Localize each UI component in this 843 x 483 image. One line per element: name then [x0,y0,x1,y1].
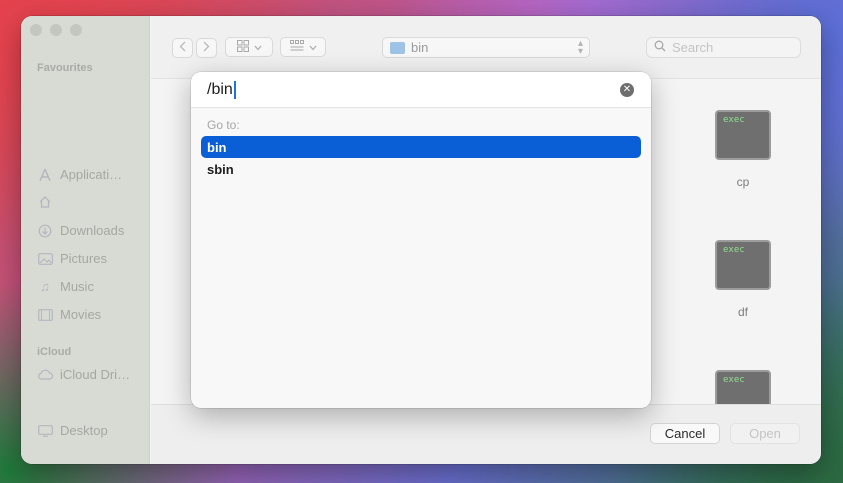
chevron-right-icon [203,41,210,55]
group-button[interactable] [280,37,326,57]
location-popup[interactable]: bin ▴ ▾ [382,37,590,58]
sidebar-item-music[interactable]: ♫ Music [37,279,94,294]
text-caret [233,80,236,99]
chevron-down-icon [309,40,317,54]
location-label: bin [411,40,429,55]
sidebar-heading-icloud: iCloud [37,346,72,358]
desktop-icon [37,424,53,438]
open-button[interactable]: Open [730,423,800,444]
suggestion-item-sbin[interactable]: sbin [201,158,641,180]
file-name: df [737,305,748,319]
sidebar-item-applications[interactable]: Applicati… [37,167,122,182]
sidebar-item-label: Movies [60,307,102,322]
group-icon [289,40,304,54]
exec-badge: exec [723,245,745,255]
view-mode-button[interactable] [225,37,273,57]
path-field[interactable]: /bin ✕ [191,72,651,108]
applications-icon [37,168,53,182]
forward-button[interactable] [196,38,217,58]
sidebar-item-label: Pictures [60,251,107,266]
sidebar-item-icloud-drive[interactable]: iCloud Dri… [37,367,130,382]
cancel-button[interactable]: Cancel [650,423,720,444]
window-controls [30,24,82,36]
sidebar: Favourites Applicati… Downloads Pictures [21,16,150,464]
clear-icon[interactable]: ✕ [620,83,634,97]
search-field[interactable]: Search [646,37,801,58]
sidebar-heading-favourites: Favourites [37,62,93,74]
search-placeholder: Search [672,40,714,55]
go-to-folder-sheet: /bin ✕ Go to: bin sbin [191,72,651,408]
grid-view-icon [236,39,249,55]
chevron-left-icon [179,41,186,55]
executable-icon: exec [715,110,771,160]
sidebar-item-desktop[interactable]: Desktop [37,423,108,438]
goto-label: Go to: [207,118,240,132]
sidebar-item-downloads[interactable]: Downloads [37,223,124,238]
file-name: cp [736,175,750,189]
zoom-window-button[interactable] [70,24,82,36]
back-button[interactable] [172,38,193,58]
suggestion-item-bin[interactable]: bin [201,136,641,158]
home-icon [37,195,53,209]
downloads-icon [37,224,53,238]
minimize-window-button[interactable] [50,24,62,36]
exec-badge: exec [723,375,745,385]
sidebar-item-label: iCloud Dri… [60,367,131,382]
updown-chevron-icon: ▴ ▾ [577,38,583,57]
toolbar: bin ▴ ▾ Search [151,16,821,79]
sidebar-item-label: Music [60,279,94,294]
sidebar-item-label: Desktop [60,423,108,438]
pictures-icon [37,252,53,266]
file-item-df[interactable]: exec df [713,240,773,319]
music-icon: ♫ [40,279,50,294]
file-item-cp[interactable]: exec cp [713,110,773,189]
folder-icon [390,41,405,54]
sidebar-item-label: Applicati… [60,167,123,182]
dialog-footer: Cancel Open [151,404,821,464]
search-icon [654,40,666,55]
movies-icon [37,308,53,322]
exec-badge: exec [723,115,745,125]
sidebar-item-movies[interactable]: Movies [37,307,101,322]
close-window-button[interactable] [30,24,42,36]
cloud-icon [37,368,53,382]
executable-icon: exec [715,240,771,290]
chevron-down-icon [254,40,262,54]
sidebar-item-pictures[interactable]: Pictures [37,251,107,266]
sidebar-item-label: Downloads [60,223,125,238]
path-input[interactable]: /bin [207,81,233,99]
sidebar-item-home[interactable] [37,195,60,209]
